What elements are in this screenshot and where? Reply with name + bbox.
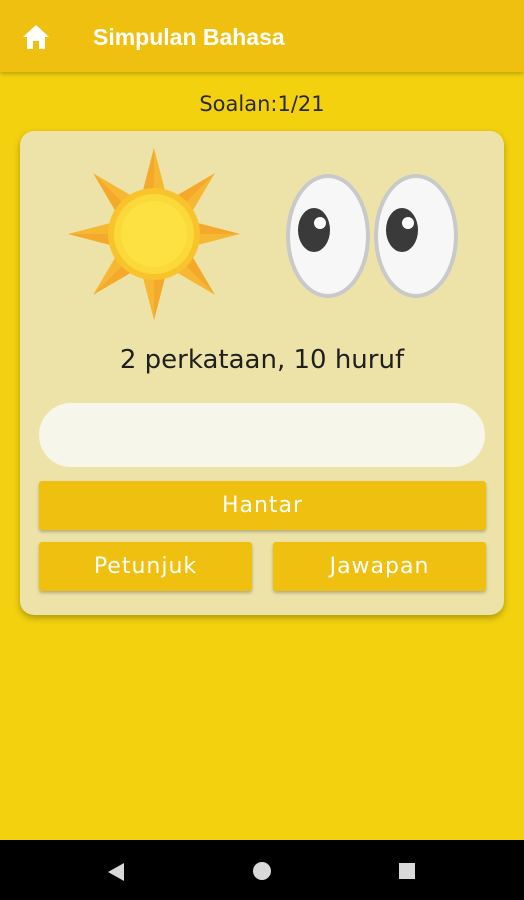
- submit-button[interactable]: Hantar: [39, 481, 486, 530]
- app-title: Simpulan Bahasa: [93, 24, 285, 50]
- home-circle-icon[interactable]: [252, 861, 272, 881]
- answer-button[interactable]: Jawapan: [273, 542, 486, 591]
- hint-button[interactable]: Petunjuk: [39, 542, 252, 591]
- home-icon[interactable]: [20, 22, 52, 52]
- puzzle-card: 2 perkataan, 10 huruf Hantar Petunjuk Ja…: [20, 131, 504, 615]
- clue-text: 2 perkataan, 10 huruf: [119, 345, 405, 375]
- app-bar: Simpulan Bahasa: [0, 0, 524, 72]
- recents-icon[interactable]: [397, 861, 417, 881]
- sun-image: [68, 148, 240, 320]
- answer-input[interactable]: [39, 403, 485, 467]
- back-icon[interactable]: [106, 862, 126, 882]
- question-counter: Soalan:1/21: [199, 92, 325, 116]
- eyes-image: [286, 174, 458, 298]
